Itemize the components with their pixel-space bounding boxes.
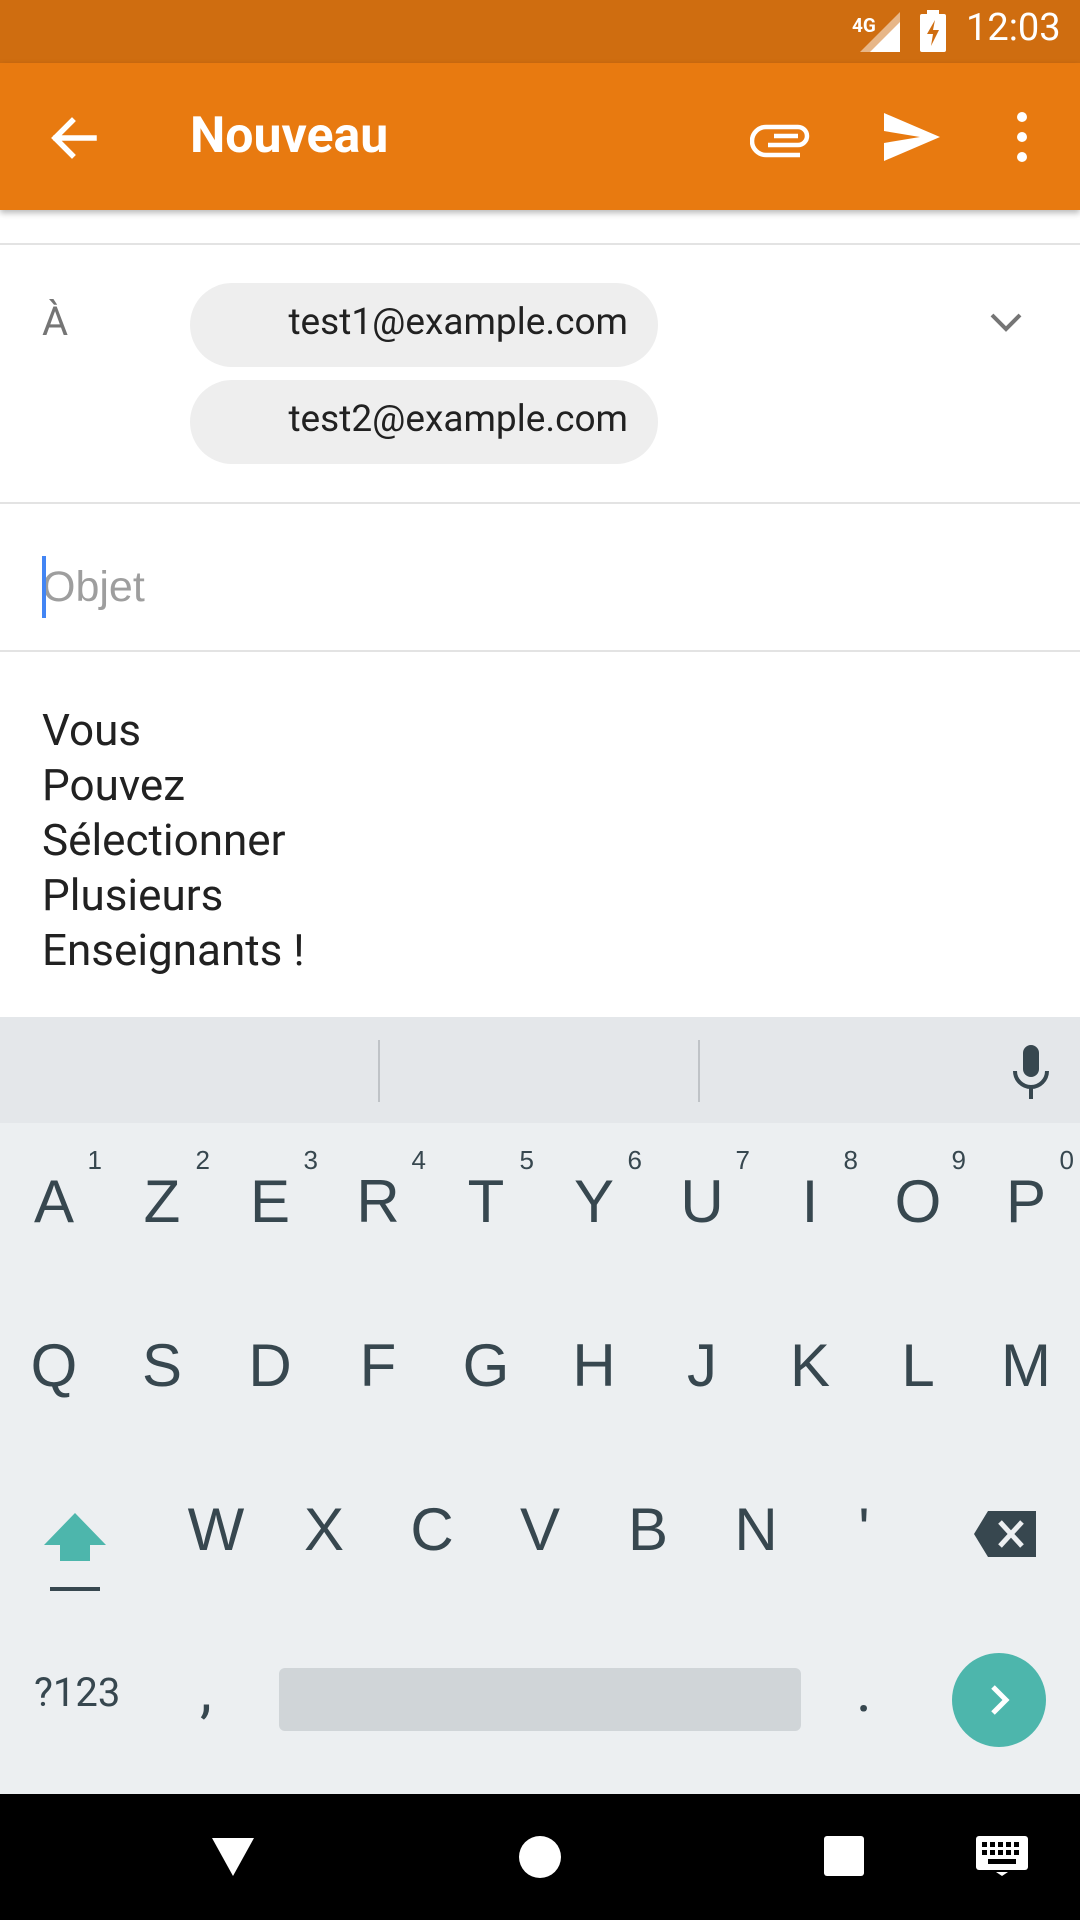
- message-body[interactable]: Vous Pouvez Sélectionner Plusieurs Ensei…: [42, 703, 1032, 978]
- key-i[interactable]: I8: [756, 1145, 864, 1236]
- body-line: Enseignants !: [42, 924, 305, 976]
- next-key[interactable]: [952, 1653, 1046, 1747]
- soft-keyboard: A1 Z2 E3 R4 T5 Y6 U7 I8 O9 P0 Q S D F G …: [0, 1017, 1080, 1794]
- key-a[interactable]: A1: [0, 1145, 108, 1236]
- key-w[interactable]: W: [162, 1495, 270, 1564]
- recipient-email: test1@example.com: [288, 301, 628, 344]
- to-label: À: [42, 298, 69, 345]
- key-m[interactable]: M: [972, 1331, 1080, 1400]
- battery-charging-icon: [920, 10, 946, 52]
- body-line: Vous: [42, 704, 142, 756]
- recipient-chip[interactable]: test1@example.com: [190, 283, 658, 367]
- key-u[interactable]: U7: [648, 1145, 756, 1236]
- key-b[interactable]: B: [594, 1495, 702, 1564]
- send-icon[interactable]: [880, 107, 942, 167]
- symbols-key[interactable]: ?123: [34, 1669, 120, 1716]
- recipient-chip[interactable]: test2@example.com: [190, 380, 658, 464]
- nav-recents-icon[interactable]: [824, 1836, 864, 1876]
- keyboard-icon[interactable]: [976, 1836, 1028, 1876]
- suggestion-divider: [378, 1040, 380, 1102]
- more-options-icon[interactable]: [1000, 107, 1044, 167]
- attach-icon[interactable]: [750, 107, 816, 167]
- suggestion-strip: [0, 1017, 1080, 1123]
- divider: [0, 650, 1080, 652]
- body-line: Plusieurs: [42, 869, 224, 921]
- key-t[interactable]: T5: [432, 1145, 540, 1236]
- subject-field-wrapper: [42, 550, 1032, 624]
- body-line: Pouvez: [42, 759, 186, 811]
- key-o[interactable]: O9: [864, 1145, 972, 1236]
- recipient-email: test2@example.com: [288, 398, 628, 441]
- key-l[interactable]: L: [864, 1331, 972, 1400]
- key-k[interactable]: K: [756, 1331, 864, 1400]
- key-e[interactable]: E3: [216, 1145, 324, 1236]
- key-g[interactable]: G: [432, 1331, 540, 1400]
- key-r[interactable]: R4: [324, 1145, 432, 1236]
- text-cursor: [42, 556, 46, 618]
- key-n[interactable]: N: [702, 1495, 810, 1564]
- divider: [0, 243, 1080, 245]
- key-f[interactable]: F: [324, 1331, 432, 1400]
- key-z[interactable]: Z2: [108, 1145, 216, 1236]
- back-arrow-icon[interactable]: [44, 108, 104, 168]
- key-s[interactable]: S: [108, 1331, 216, 1400]
- system-nav-bar: [0, 1794, 1080, 1920]
- key-h[interactable]: H: [540, 1331, 648, 1400]
- nav-home-icon[interactable]: [519, 1836, 561, 1878]
- key-x[interactable]: X: [270, 1495, 378, 1564]
- period-key[interactable]: .: [856, 1655, 872, 1726]
- body-line: Sélectionner: [42, 814, 286, 866]
- app-bar: Nouveau: [0, 63, 1080, 210]
- shift-icon[interactable]: [42, 1509, 108, 1593]
- subject-input[interactable]: [42, 550, 1032, 624]
- clock: 12:03: [966, 6, 1061, 50]
- nav-back-icon[interactable]: [210, 1836, 256, 1878]
- key-v[interactable]: V: [486, 1495, 594, 1564]
- comma-key[interactable]: ,: [200, 1655, 212, 1726]
- divider: [0, 502, 1080, 504]
- key-q[interactable]: Q: [0, 1331, 108, 1400]
- key-j[interactable]: J: [648, 1331, 756, 1400]
- status-bar: 4G 12:03: [0, 0, 1080, 63]
- suggestion-divider: [698, 1040, 700, 1102]
- chevron-down-icon[interactable]: [986, 302, 1026, 342]
- page-title: Nouveau: [190, 107, 389, 165]
- key-d[interactable]: D: [216, 1331, 324, 1400]
- chevron-right-icon: [991, 1685, 1010, 1715]
- space-bar[interactable]: [279, 1668, 801, 1731]
- microphone-icon[interactable]: [1010, 1045, 1052, 1101]
- backspace-icon[interactable]: [972, 1509, 1038, 1559]
- key-apostrophe[interactable]: ': [810, 1495, 918, 1564]
- key-y[interactable]: Y6: [540, 1145, 648, 1236]
- signal-icon: [860, 12, 900, 52]
- key-p[interactable]: P0: [972, 1145, 1080, 1236]
- key-c[interactable]: C: [378, 1495, 486, 1564]
